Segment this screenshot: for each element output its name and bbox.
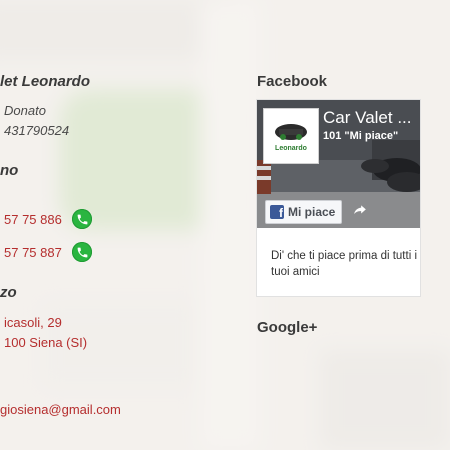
company-name-heading: let Leonardo bbox=[0, 73, 91, 90]
email-link[interactable]: giosiena@gmail.com bbox=[0, 402, 121, 417]
share-icon[interactable] bbox=[353, 203, 367, 222]
contact-column: let Leonardo Donato 431790524 no 57 75 8… bbox=[0, 0, 250, 450]
phone-heading: no bbox=[0, 162, 19, 179]
facebook-heading: Facebook bbox=[257, 73, 328, 90]
social-column: Facebook Leonardo Car Valet ... 101 "Mi … bbox=[257, 0, 450, 450]
facebook-like-button[interactable]: f Mi piace bbox=[265, 200, 343, 224]
phone-link-1[interactable]: 57 75 886 bbox=[4, 212, 62, 227]
whatsapp-icon[interactable] bbox=[72, 242, 92, 262]
google-plus-heading: Google+ bbox=[257, 319, 318, 336]
street-address: icasoli, 29 bbox=[4, 315, 62, 330]
vat-number: 431790524 bbox=[4, 123, 70, 138]
company-logo[interactable]: Leonardo bbox=[263, 108, 319, 164]
city-address: 100 Siena (SI) bbox=[4, 335, 88, 350]
facebook-icon: f bbox=[270, 205, 284, 219]
whatsapp-icon[interactable] bbox=[72, 209, 92, 229]
facebook-cover-photo[interactable]: Leonardo Car Valet ... 101 "Mi piace" f … bbox=[257, 100, 420, 228]
facebook-call-to-action: Di' che ti piace prima di tutti i tuoi a… bbox=[271, 250, 418, 278]
facebook-like-label: Mi piace bbox=[288, 205, 336, 219]
svg-text:Leonardo: Leonardo bbox=[275, 145, 307, 152]
address-line: Donato bbox=[4, 103, 46, 118]
phone-link-2[interactable]: 57 75 887 bbox=[4, 245, 62, 260]
facebook-page-widget[interactable]: Leonardo Car Valet ... 101 "Mi piace" f … bbox=[257, 100, 420, 296]
address-heading: zo bbox=[0, 284, 17, 301]
facebook-page-name[interactable]: Car Valet ... bbox=[323, 108, 412, 128]
facebook-like-count: 101 "Mi piace" bbox=[323, 130, 399, 142]
